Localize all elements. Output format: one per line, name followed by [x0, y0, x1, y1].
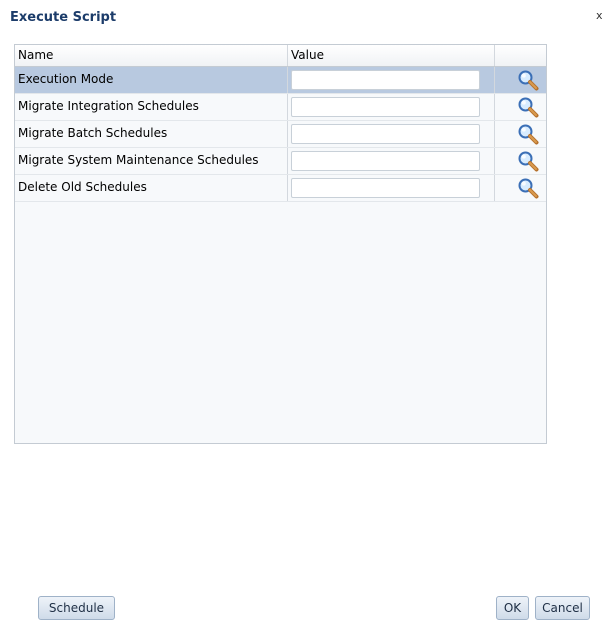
close-button[interactable]: x [596, 9, 604, 22]
ok-button[interactable]: OK [496, 596, 529, 620]
parameter-value-input[interactable] [291, 124, 480, 144]
table-row[interactable]: Execution Mode [15, 67, 546, 94]
parameter-name: Migrate System Maintenance Schedules [15, 148, 288, 174]
value-cell [288, 94, 495, 120]
parameter-value-input[interactable] [291, 97, 480, 117]
parameter-name: Execution Mode [15, 67, 288, 93]
parameter-value-input[interactable] [291, 178, 480, 198]
value-cell [288, 121, 495, 147]
parameter-name: Migrate Integration Schedules [15, 94, 288, 120]
value-cell [288, 148, 495, 174]
action-cell [495, 175, 546, 201]
search-icon[interactable] [517, 150, 539, 172]
action-cell [495, 121, 546, 147]
search-icon[interactable] [517, 177, 539, 199]
parameter-name: Migrate Batch Schedules [15, 121, 288, 147]
column-header-action [495, 45, 546, 66]
parameter-value-input[interactable] [291, 70, 480, 90]
table-row[interactable]: Migrate System Maintenance Schedules [15, 148, 546, 175]
search-icon[interactable] [517, 96, 539, 118]
search-icon[interactable] [517, 123, 539, 145]
action-cell [495, 67, 546, 93]
search-icon[interactable] [517, 69, 539, 91]
action-cell [495, 94, 546, 120]
action-cell [495, 148, 546, 174]
grid-header: Name Value [15, 45, 546, 67]
parameter-value-input[interactable] [291, 151, 480, 171]
table-row[interactable]: Migrate Batch Schedules [15, 121, 546, 148]
parameters-grid: Name Value Execution Mode Migrate Integr… [14, 44, 547, 444]
parameter-name: Delete Old Schedules [15, 175, 288, 201]
cancel-button[interactable]: Cancel [535, 596, 590, 620]
column-header-value[interactable]: Value [288, 45, 495, 66]
table-row[interactable]: Migrate Integration Schedules [15, 94, 546, 121]
schedule-button[interactable]: Schedule [38, 596, 115, 620]
table-row[interactable]: Delete Old Schedules [15, 175, 546, 202]
column-header-name[interactable]: Name [15, 45, 288, 66]
dialog-title: Execute Script [10, 10, 117, 25]
value-cell [288, 175, 495, 201]
value-cell [288, 67, 495, 93]
